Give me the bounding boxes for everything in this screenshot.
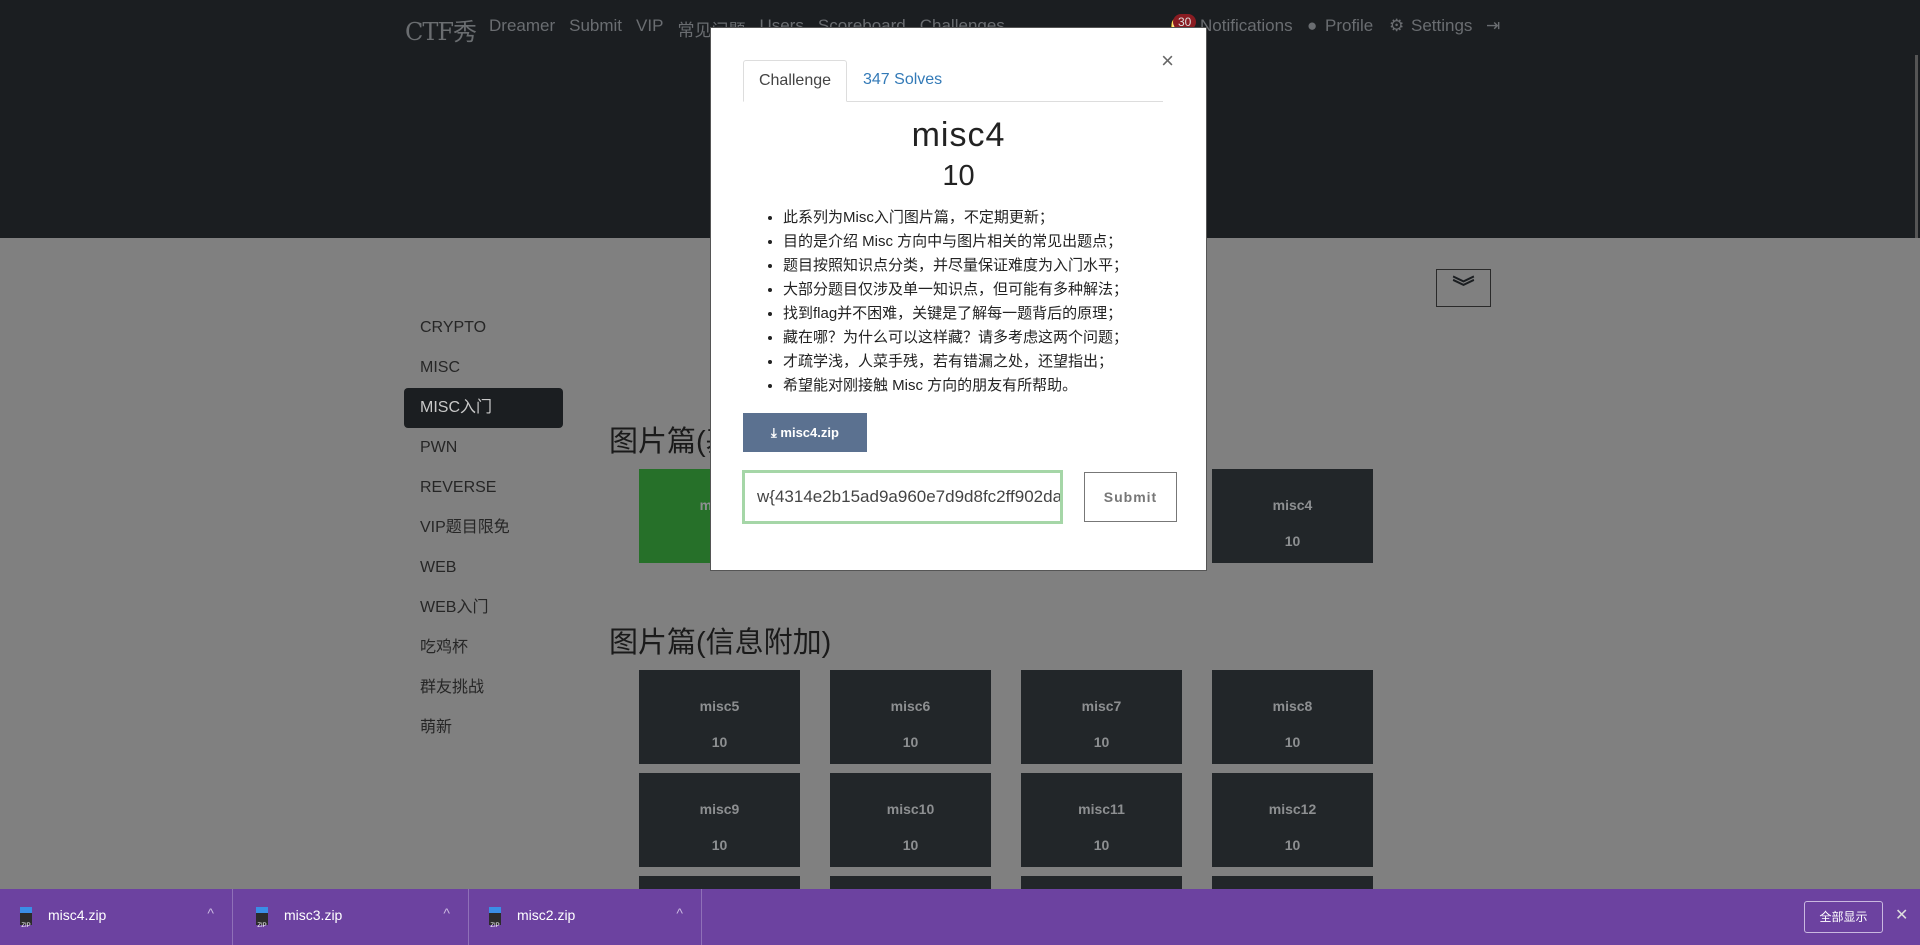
description-item: 找到flag并不困难，关键是了解每一题背后的原理；: [783, 302, 1128, 326]
sidebar-item-vip[interactable]: VIP题目限免: [404, 512, 563, 552]
challenge-card-points: 10: [902, 734, 919, 750]
download-icon: ⤓: [771, 425, 781, 440]
challenge-card-points: 10: [1093, 734, 1110, 750]
challenge-card[interactable]: misc11 10: [1021, 773, 1182, 867]
nav-submit[interactable]: Submit: [569, 16, 622, 41]
challenge-modal: Challenge 347 Solves × misc4 10 此系列为Misc…: [710, 27, 1207, 571]
sidebar-item-pwn[interactable]: PWN: [404, 432, 563, 472]
nav-settings[interactable]: Settings: [1411, 16, 1472, 36]
gear-icon: ⚙: [1389, 16, 1405, 35]
challenge-card-points: 10: [711, 734, 728, 750]
show-all-downloads-button[interactable]: 全部显示: [1804, 901, 1883, 933]
challenge-card-name: misc7: [1081, 698, 1122, 714]
zip-file-icon: ZIP: [20, 907, 32, 929]
sidebar-item-misc[interactable]: MISC: [404, 352, 563, 392]
description-item: 题目按照知识点分类，并尽量保证难度为入门水平；: [783, 254, 1128, 278]
download-file-label: misc4.zip: [780, 425, 839, 440]
download-item[interactable]: ZIP misc2.zip ^: [469, 889, 702, 945]
challenge-points: 10: [942, 160, 975, 192]
challenge-card-points: 10: [711, 837, 728, 853]
download-item-name: misc4.zip: [48, 907, 107, 923]
downloads-bar: ZIP misc4.zip ^ ZIP misc3.zip ^ ZIP misc2.zip…: [0, 889, 1920, 945]
logout-icon[interactable]: ⇥: [1486, 16, 1500, 36]
zip-file-icon: ZIP: [489, 907, 501, 929]
challenge-card-name: misc8: [1272, 698, 1313, 714]
user-icon: ●: [1307, 16, 1318, 35]
challenge-card-name: misc9: [699, 801, 740, 817]
sidebar-item-reverse[interactable]: REVERSE: [404, 472, 563, 512]
chevron-up-icon[interactable]: ^: [207, 905, 214, 921]
sidebar-item-web-intro[interactable]: WEB入门: [404, 592, 563, 632]
modal-tabs: Challenge 347 Solves: [743, 60, 1163, 102]
flag-input[interactable]: w{4314e2b15ad9a960e7d9d8fc2ff902da}: [742, 470, 1063, 524]
challenge-card[interactable]: misc4 10: [1212, 469, 1373, 563]
challenge-card-name: misc12: [1268, 801, 1317, 817]
nav-vip[interactable]: VIP: [636, 16, 663, 41]
sidebar-item-misc-intro[interactable]: MISC入门: [404, 388, 563, 428]
nav-profile[interactable]: Profile: [1325, 16, 1373, 36]
challenge-card[interactable]: [1212, 876, 1373, 889]
chevron-up-icon[interactable]: ^: [676, 905, 683, 921]
sidebar-item-web[interactable]: WEB: [404, 552, 563, 592]
double-chevron-down-icon: ︾: [1452, 275, 1475, 300]
download-file-button[interactable]: ⤓ misc4.zip: [743, 413, 867, 452]
challenge-card[interactable]: misc10 10: [830, 773, 991, 867]
challenge-card[interactable]: [1021, 876, 1182, 889]
challenge-card-points: 10: [1284, 837, 1301, 853]
challenge-card-name: misc4: [1272, 497, 1313, 513]
challenge-card-name: misc6: [890, 698, 931, 714]
challenge-card-points: 10: [1284, 734, 1301, 750]
challenge-card[interactable]: misc9 10: [639, 773, 800, 867]
challenge-card[interactable]: [830, 876, 991, 889]
challenge-card-name: misc11: [1078, 801, 1125, 817]
challenge-card-points: 10: [1284, 533, 1301, 549]
download-item[interactable]: ZIP misc3.zip ^: [236, 889, 469, 945]
submit-button[interactable]: Submit: [1084, 472, 1177, 522]
challenge-card-points: 10: [902, 837, 919, 853]
description-item: 大部分题目仅涉及单一知识点，但可能有多种解法；: [783, 278, 1128, 302]
description-item: 目的是介绍 Misc 方向中与图片相关的常见出题点；: [783, 230, 1128, 254]
description-item: 藏在哪？为什么可以这样藏？请多考虑这两个问题；: [783, 326, 1128, 350]
challenge-card[interactable]: misc8 10: [1212, 670, 1373, 764]
challenge-card-name: misc5: [699, 698, 740, 714]
download-item-name: misc3.zip: [284, 907, 343, 923]
zip-file-icon: ZIP: [256, 907, 268, 929]
category-sidebar: CRYPTO MISC MISC入门 PWN REVERSE VIP题目限免 W…: [404, 312, 563, 752]
challenge-card-name: misc10: [886, 801, 935, 817]
close-icon[interactable]: ×: [1161, 48, 1174, 74]
chevron-up-icon[interactable]: ^: [443, 905, 450, 921]
scrollbar[interactable]: [1915, 55, 1918, 238]
challenge-description: 此系列为Misc入门图片篇，不定期更新； 目的是介绍 Misc 方向中与图片相关…: [783, 206, 1128, 398]
nav-dreamer[interactable]: Dreamer: [489, 16, 555, 41]
challenge-card[interactable]: misc5 10: [639, 670, 800, 764]
download-item[interactable]: ZIP misc4.zip ^: [0, 889, 233, 945]
challenge-card[interactable]: [639, 876, 800, 889]
nav-notifications[interactable]: Notifications: [1200, 16, 1293, 36]
challenge-card-points: 10: [1093, 837, 1110, 853]
challenge-title: misc4: [911, 116, 1006, 154]
logo[interactable]: CTF秀: [405, 12, 477, 47]
download-item-name: misc2.zip: [517, 907, 576, 923]
sidebar-item-chiji[interactable]: 吃鸡杯: [404, 632, 563, 672]
description-item: 才疏学浅，人菜手残，若有错漏之处，还望指出；: [783, 350, 1128, 374]
collapse-all-button[interactable]: ︾: [1436, 269, 1491, 307]
sidebar-item-newbie[interactable]: 萌新: [404, 712, 563, 752]
tab-solves[interactable]: 347 Solves: [863, 60, 942, 102]
description-item: 此系列为Misc入门图片篇，不定期更新；: [783, 206, 1128, 230]
close-downloads-bar-icon[interactable]: ✕: [1895, 905, 1908, 925]
sidebar-item-crypto[interactable]: CRYPTO: [404, 312, 563, 352]
section-title: 图片篇(信息附加): [609, 627, 832, 659]
challenge-card[interactable]: misc12 10: [1212, 773, 1373, 867]
challenge-card[interactable]: misc7 10: [1021, 670, 1182, 764]
challenge-card[interactable]: misc6 10: [830, 670, 991, 764]
description-item: 希望能对刚接触 Misc 方向的朋友有所帮助。: [783, 374, 1128, 398]
tab-challenge[interactable]: Challenge: [743, 60, 847, 102]
sidebar-item-group-challenge[interactable]: 群友挑战: [404, 672, 563, 712]
